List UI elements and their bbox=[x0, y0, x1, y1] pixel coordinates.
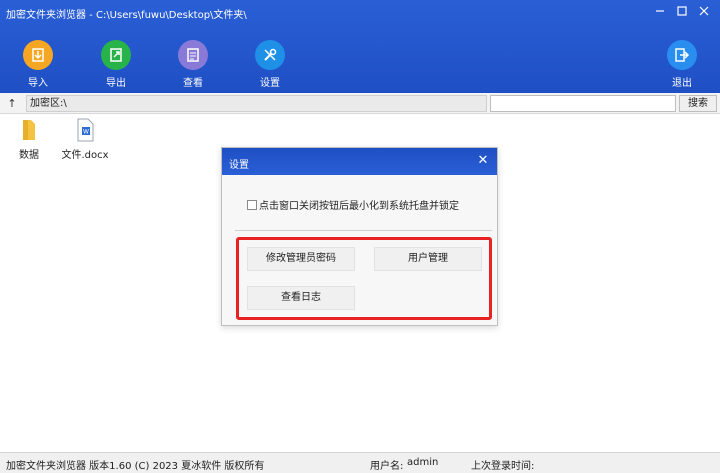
search-input[interactable] bbox=[490, 95, 676, 112]
highlight-box bbox=[236, 237, 492, 320]
view-label: 查看 bbox=[183, 78, 203, 89]
file-name: 数据 bbox=[19, 150, 39, 161]
window-title: 加密文件夹浏览器 - C:\Users\fuwu\Desktop\文件夹\ bbox=[6, 10, 247, 21]
exit-label: 退出 bbox=[672, 78, 692, 89]
exit-icon bbox=[667, 40, 697, 70]
dialog-close-button[interactable]: ✕ bbox=[475, 153, 491, 169]
folder-icon bbox=[4, 118, 54, 142]
user-value: admin bbox=[407, 457, 439, 468]
export-button[interactable]: 导出 bbox=[91, 40, 141, 89]
app-header: 加密文件夹浏览器 - C:\Users\fuwu\Desktop\文件夹\ 导入… bbox=[0, 0, 720, 93]
checkbox-box[interactable] bbox=[247, 199, 257, 210]
restore-button[interactable] bbox=[674, 3, 690, 19]
view-document-icon bbox=[178, 40, 208, 70]
file-name: 文件.docx bbox=[61, 150, 109, 161]
import-label: 导入 bbox=[28, 78, 48, 89]
file-item-docx[interactable]: W 文件.docx bbox=[60, 118, 110, 161]
close-icon bbox=[699, 6, 709, 16]
settings-button[interactable]: 设置 bbox=[245, 40, 295, 89]
up-directory-button[interactable]: ↑ bbox=[3, 95, 21, 112]
minimize-icon bbox=[656, 10, 664, 12]
tools-icon bbox=[255, 40, 285, 70]
export-icon bbox=[101, 40, 131, 70]
maximize-icon bbox=[677, 6, 687, 16]
checkbox-label: 点击窗口关闭按钮后最小化到系统托盘并锁定 bbox=[259, 201, 459, 212]
search-button[interactable]: 搜索 bbox=[679, 95, 717, 112]
user-label: 用户名: bbox=[370, 461, 404, 472]
last-login-label: 上次登录时间: bbox=[471, 461, 535, 472]
minimize-button[interactable] bbox=[652, 3, 668, 19]
status-bar: 加密文件夹浏览器 版本1.60 (C) 2023 夏冰软件 版权所有 用户名: … bbox=[0, 452, 720, 473]
export-label: 导出 bbox=[106, 78, 126, 89]
close-window-button[interactable] bbox=[696, 3, 712, 19]
settings-label: 设置 bbox=[260, 78, 280, 89]
word-document-icon: W bbox=[60, 118, 110, 142]
view-button[interactable]: 查看 bbox=[168, 40, 218, 89]
import-button[interactable]: 导入 bbox=[13, 40, 63, 89]
dialog-titlebar: 设置 ✕ bbox=[222, 148, 497, 175]
svg-text:W: W bbox=[83, 129, 89, 136]
address-bar: ↑ 加密区:\ 搜索 bbox=[0, 93, 720, 114]
dialog-title: 设置 bbox=[229, 160, 249, 171]
window-controls bbox=[652, 3, 712, 19]
app-info: 加密文件夹浏览器 版本1.60 (C) 2023 夏冰软件 版权所有 bbox=[6, 461, 265, 472]
divider bbox=[235, 230, 492, 231]
path-field[interactable]: 加密区:\ bbox=[26, 95, 487, 112]
file-item-folder[interactable]: 数据 bbox=[4, 118, 54, 161]
minimize-to-tray-checkbox[interactable]: 点击窗口关闭按钮后最小化到系统托盘并锁定 bbox=[247, 197, 459, 212]
exit-button[interactable]: 退出 bbox=[657, 40, 707, 89]
import-icon bbox=[23, 40, 53, 70]
